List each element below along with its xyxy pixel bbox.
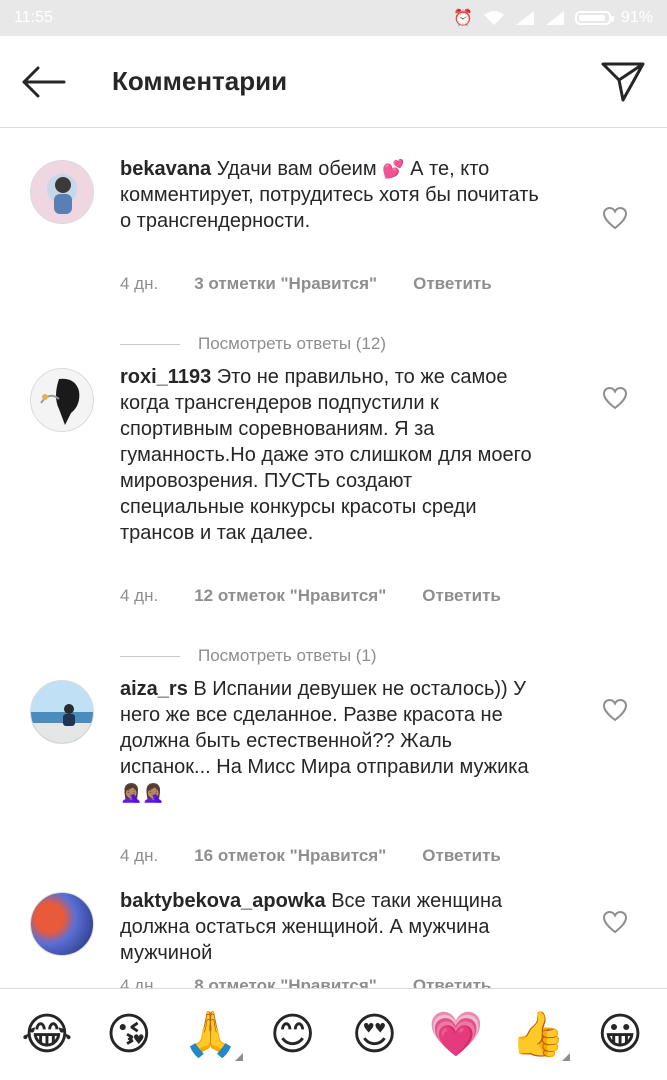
comment-likes-count[interactable]: 12 отметок "Нравится" — [194, 586, 386, 606]
wifi-icon — [483, 11, 504, 25]
view-replies-button[interactable]: Посмотреть ответы (1) — [120, 646, 377, 666]
pray-emoji[interactable]: 🙏 — [181, 1005, 243, 1065]
avatar-image — [40, 378, 80, 425]
reply-button[interactable]: Ответить — [413, 976, 492, 988]
divider — [120, 655, 180, 657]
divider — [120, 343, 180, 345]
skin-tone-indicator — [562, 1052, 571, 1061]
comment-likes-count[interactable]: 3 отметки "Нравится" — [194, 274, 377, 294]
comment-text: aiza_rs В Испании девушек не осталось)) … — [120, 676, 540, 806]
comment-likes-count[interactable]: 8 отметок "Нравится" — [194, 976, 377, 988]
heart-emoji[interactable]: 💗 — [426, 1005, 486, 1065]
comment-time: 4 дн. — [120, 846, 159, 865]
heart-eyes-emoji[interactable]: 😍 — [344, 1005, 404, 1065]
kiss-emoji[interactable]: 😘 — [99, 1005, 159, 1065]
arrow-left-icon — [22, 66, 66, 98]
thumbs-up-emoji[interactable]: 👍 — [508, 1005, 571, 1065]
battery-percent: 91% — [620, 9, 653, 26]
reply-button[interactable]: Ответить — [422, 846, 501, 866]
emoji-bar: 😂 😘 🙏 😊 😍 💗 👍 😀 — [0, 988, 667, 1080]
comment-time: 4 дн. — [120, 274, 159, 293]
comment-meta: 4 дн. 8 отметок "Нравится" Ответить — [120, 976, 491, 988]
comment-text: roxi_1193 Это не правильно, то же самое … — [120, 364, 540, 546]
tears-of-joy-emoji[interactable]: 😂 — [17, 1005, 77, 1065]
view-replies-label: Посмотреть ответы (1) — [198, 646, 377, 665]
heart-outline-icon[interactable] — [602, 386, 628, 410]
smile-emoji[interactable]: 😊 — [263, 1005, 323, 1065]
avatar[interactable] — [30, 680, 94, 744]
emoji-glyph: 😂 — [21, 1009, 73, 1059]
view-replies-button[interactable]: Посмотреть ответы (12) — [120, 334, 386, 354]
comment-likes-count[interactable]: 16 отметок "Нравится" — [194, 846, 386, 866]
emoji-glyph: 🙏 — [183, 1009, 239, 1059]
comment-content: Удачи вам обеим — [216, 158, 377, 180]
direct-message-button[interactable] — [599, 58, 647, 104]
comment-username[interactable]: baktybekova_apowka — [120, 890, 326, 912]
avatar-image — [54, 177, 72, 214]
status-icons: ⏰ 91% — [453, 8, 653, 28]
battery-icon — [574, 11, 614, 25]
comments-list[interactable]: bekavana Удачи вам обеим 💕 А те, кто ком… — [0, 128, 667, 988]
alarm-icon: ⏰ — [453, 10, 473, 27]
comment-username[interactable]: aiza_rs — [120, 678, 188, 700]
emoji-glyph: 😘 — [105, 1009, 152, 1059]
header: Комментарии — [0, 36, 667, 128]
signal-icon-2 — [545, 11, 564, 25]
heart-outline-icon[interactable] — [602, 698, 628, 722]
skin-tone-indicator — [234, 1052, 243, 1061]
status-bar: 11:55 ⏰ 91% — [0, 0, 667, 36]
comment-content: Это не правильно, то же самое когда тран… — [120, 366, 532, 544]
reply-button[interactable]: Ответить — [422, 586, 501, 606]
signal-icon — [515, 11, 534, 25]
comment-username[interactable]: roxi_1193 — [120, 366, 211, 388]
view-replies-label: Посмотреть ответы (12) — [198, 334, 386, 353]
emoji-glyph: 😊 — [269, 1009, 316, 1059]
comment-meta: 4 дн. 12 отметок "Нравится" Ответить — [120, 586, 501, 606]
two-hearts-emoji: 💕 — [382, 159, 405, 179]
status-time: 11:55 — [14, 9, 53, 26]
page-title: Комментарии — [112, 66, 288, 96]
emoji-glyph: 💗 — [428, 1009, 484, 1059]
facepalm-emoji: 🤦🏽‍♀️🤦🏽‍♀️ — [120, 783, 165, 803]
emoji-glyph: 👍 — [510, 1009, 566, 1059]
paper-plane-icon — [601, 62, 645, 102]
avatar[interactable] — [30, 160, 94, 224]
heart-outline-icon[interactable] — [602, 910, 628, 934]
emoji-glyph: 😀 — [597, 1009, 643, 1059]
comment-time: 4 дн. — [120, 586, 159, 605]
avatar[interactable] — [30, 892, 94, 956]
comment-text: baktybekova_apowka Все таки женщина долж… — [120, 888, 540, 966]
comment-meta: 4 дн. 3 отметки "Нравится" Ответить — [120, 274, 492, 294]
heart-outline-icon[interactable] — [602, 206, 628, 230]
back-button[interactable] — [18, 62, 70, 102]
comment-time: 4 дн. — [120, 976, 159, 988]
avatar-image — [31, 704, 93, 743]
emoji-glyph: 😍 — [351, 1009, 398, 1059]
comment-username[interactable]: bekavana — [120, 158, 211, 180]
avatar[interactable] — [30, 368, 94, 432]
comment-meta: 4 дн. 16 отметок "Нравится" Ответить — [120, 846, 501, 866]
reply-button[interactable]: Ответить — [413, 274, 492, 294]
grin-emoji[interactable]: 😀 — [590, 1005, 650, 1065]
comment-text: bekavana Удачи вам обеим 💕 А те, кто ком… — [120, 156, 540, 234]
